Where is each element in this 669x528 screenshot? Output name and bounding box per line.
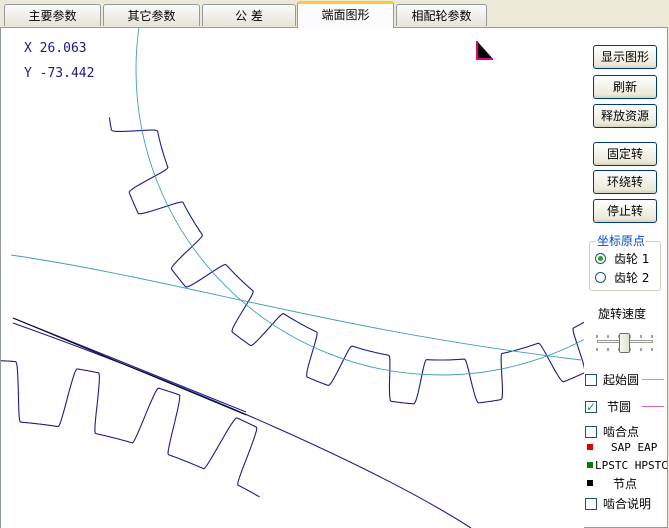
speed-slider-thumb[interactable] — [619, 333, 630, 353]
mesh-note-label: 啮合说明 — [603, 497, 652, 511]
checkbox-box — [585, 498, 597, 510]
fixed-rotate-button[interactable]: 固定转 — [593, 142, 657, 166]
coord-y-readout: Y -73.442 — [24, 66, 95, 81]
legend-pitch-point: 节点 — [585, 476, 665, 492]
pitch-circle-checkbox[interactable]: 节圆 — [585, 399, 667, 415]
gear-drawing-canvas[interactable]: X 26.063 Y -73.442 — [1, 28, 584, 528]
sap-eap-marker — [587, 444, 593, 450]
start-circle-label: 起始圆 — [603, 373, 640, 387]
release-resources-button[interactable]: 释放资源 — [593, 104, 657, 128]
tab-end-view[interactable]: 端面图形 — [297, 1, 394, 28]
pitch-point-marker — [587, 480, 593, 486]
gear2-profile — [1, 360, 260, 498]
line-of-action-2 — [12, 317, 247, 416]
tab-other-params[interactable]: 其它参数 — [103, 4, 200, 26]
pitch-circle-line-swatch — [642, 406, 664, 407]
stop-rotate-button[interactable]: 停止转 — [593, 199, 657, 223]
checkbox-box — [585, 426, 597, 438]
legend-lpstc-hpstc: LPSTC HPSTC — [585, 458, 669, 474]
mesh-note-checkbox[interactable]: 啮合说明 — [585, 496, 667, 512]
base-circle-arc — [12, 322, 472, 528]
speed-label: 旋转速度 — [598, 307, 647, 321]
axis-marker — [476, 41, 493, 60]
radio-dot — [595, 253, 606, 264]
show-graph-button[interactable]: 显示图形 — [593, 45, 657, 69]
origin-gear2-radio[interactable]: 齿轮 2 — [595, 270, 663, 286]
sap-eap-label: SAP EAP — [611, 441, 658, 454]
checkbox-box — [585, 374, 597, 386]
gear2-pitch-circle — [10, 254, 582, 361]
mesh-point-checkbox[interactable]: 啮合点 — [585, 424, 667, 440]
tab-bar: 主要参数 其它参数 公 差 端面图形 相配轮参数 — [0, 0, 669, 28]
gear1-profile — [108, 117, 584, 405]
origin-group-title: 坐标原点 — [596, 234, 647, 248]
origin-gear1-label: 齿轮 1 — [614, 252, 650, 266]
tab-tolerance[interactable]: 公 差 — [202, 4, 296, 26]
pitch-point-label: 节点 — [613, 477, 638, 491]
refresh-button[interactable]: 刷新 — [593, 75, 657, 99]
tab-mating-gear-params[interactable]: 相配轮参数 — [396, 4, 487, 26]
legend-sap-eap: SAP EAP — [585, 440, 665, 456]
checkbox-box — [585, 399, 597, 415]
coord-x-readout: X 26.063 — [24, 41, 87, 56]
origin-gear2-label: 齿轮 2 — [614, 271, 650, 285]
origin-gear1-radio[interactable]: 齿轮 1 — [595, 251, 663, 267]
pitch-circle-label: 节圆 — [607, 400, 632, 414]
radio-dot — [595, 272, 606, 283]
orbit-rotate-button[interactable]: 环绕转 — [593, 170, 657, 194]
gear1-pitch-circle — [135, 28, 584, 376]
gear-mesh-graphic — [1, 28, 584, 528]
tab-main-params[interactable]: 主要参数 — [4, 4, 101, 26]
start-circle-line-swatch — [642, 379, 664, 380]
lpstc-hpstc-marker — [587, 462, 593, 468]
start-circle-checkbox[interactable]: 起始圆 — [585, 372, 667, 388]
mesh-point-label: 啮合点 — [603, 425, 640, 439]
lpstc-hpstc-label: LPSTC HPSTC — [595, 459, 668, 472]
